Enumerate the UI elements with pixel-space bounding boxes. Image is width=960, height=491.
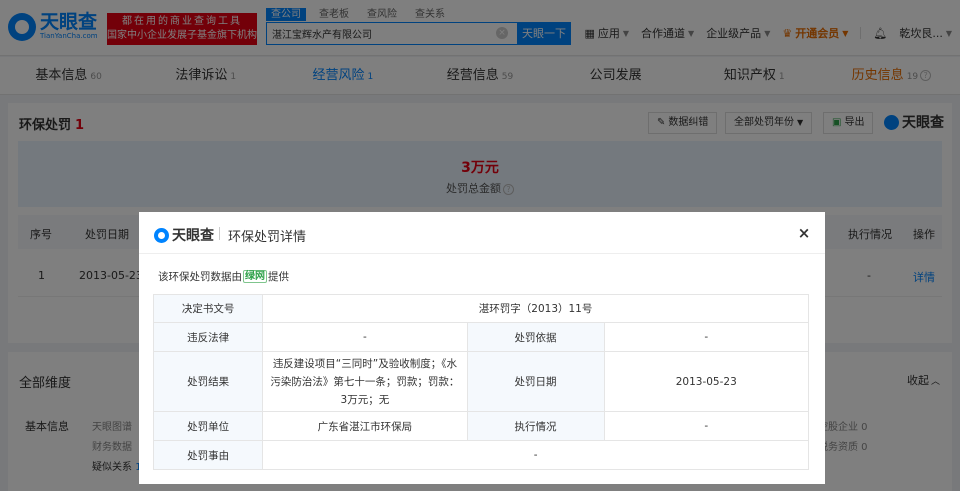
basis-value: - (603, 322, 809, 352)
penalty-detail-modal: 天眼查 环保处罚详情 × 该环保处罚数据由 绿网 提供 决定书文号 湛环罚字（2… (139, 212, 825, 484)
detail-row: 处罚结果 违反建设项目“三同时”及验收制度；《水污染防治法》第七十一条；罚款；罚… (152, 351, 809, 412)
modal-logo: 天眼查 (154, 225, 214, 245)
green-net-logo[interactable]: 绿网 (243, 270, 267, 283)
law-label: 违反法律 (152, 322, 264, 352)
detail-row: 处罚事由 - (152, 440, 809, 470)
source-prefix: 该环保处罚数据由 (158, 271, 242, 283)
header-divider (219, 227, 220, 240)
modal-title: 环保处罚详情 (228, 230, 307, 245)
doc-no-label: 决定书文号 (152, 294, 264, 323)
unit-label: 处罚单位 (152, 411, 264, 441)
detail-row: 处罚单位 广东省湛江市环保局 执行情况 - (152, 411, 809, 441)
unit-value: 广东省湛江市环保局 (262, 411, 468, 441)
result-value: 违反建设项目“三同时”及验收制度；《水污染防治法》第七十一条；罚款；罚款：3万元… (262, 351, 468, 412)
detail-row: 违反法律 - 处罚依据 - (152, 322, 809, 352)
exec-value: - (603, 411, 809, 441)
result-label: 处罚结果 (152, 351, 264, 412)
close-icon[interactable]: × (796, 224, 812, 242)
modal-header: 天眼查 环保处罚详情 × (139, 212, 825, 254)
reason-label: 处罚事由 (152, 440, 264, 470)
modal-logo-text: 天眼查 (172, 228, 214, 244)
logo-eye-icon (154, 227, 169, 243)
date-value: 2013-05-23 (603, 351, 809, 412)
detail-table: 决定书文号 湛环罚字（2013）11号 违反法律 - 处罚依据 - 处罚结果 违… (152, 294, 809, 470)
law-value: - (262, 322, 468, 352)
detail-row: 决定书文号 湛环罚字（2013）11号 (152, 294, 809, 323)
reason-value: - (262, 440, 809, 470)
doc-no-value: 湛环罚字（2013）11号 (262, 294, 809, 323)
basis-label: 处罚依据 (466, 322, 605, 352)
date-label: 处罚日期 (466, 351, 605, 412)
data-source-note: 该环保处罚数据由 绿网 提供 (158, 269, 289, 284)
source-suffix: 提供 (268, 271, 289, 283)
exec-label: 执行情况 (466, 411, 605, 441)
